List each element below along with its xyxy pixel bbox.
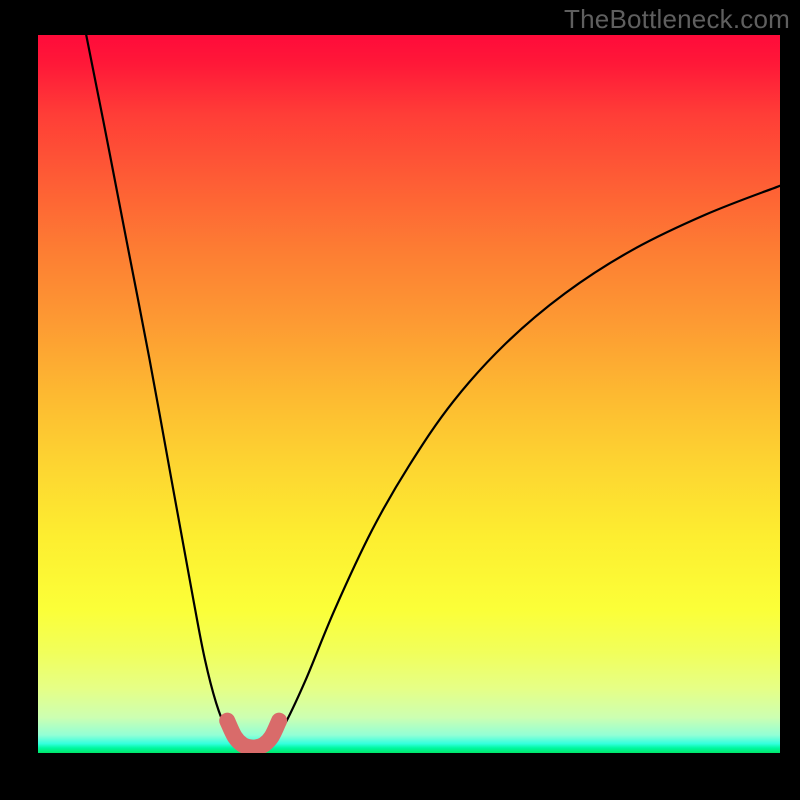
chart-frame: TheBottleneck.com bbox=[0, 0, 800, 800]
optimal-notch-highlight bbox=[227, 721, 279, 748]
curve-right-branch bbox=[268, 186, 780, 748]
curve-left-branch bbox=[86, 35, 238, 748]
attribution-label: TheBottleneck.com bbox=[564, 4, 790, 35]
bottleneck-curve-svg bbox=[38, 35, 780, 753]
plot-area bbox=[38, 35, 780, 753]
